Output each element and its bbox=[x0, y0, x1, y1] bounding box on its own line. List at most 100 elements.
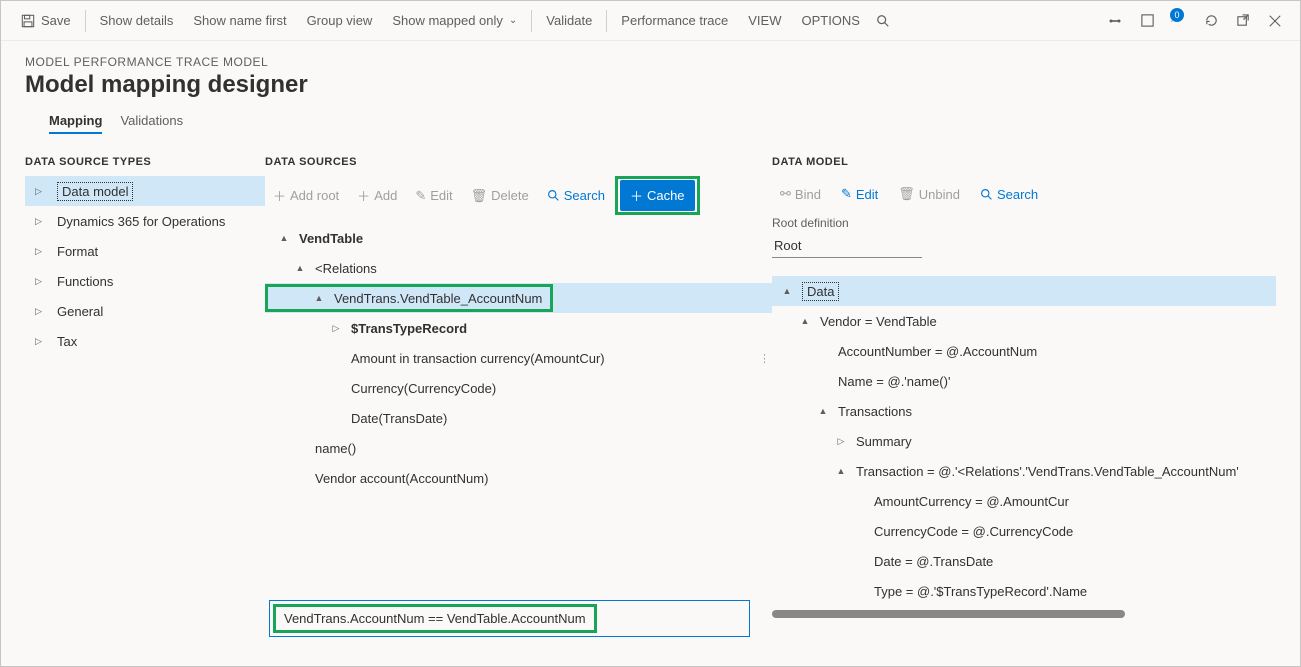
chevron-down-icon: ⌄ bbox=[509, 15, 517, 26]
caret-right-icon: ▷ bbox=[35, 246, 45, 257]
caret-right-icon: ▷ bbox=[35, 276, 45, 287]
root-def-field[interactable]: Root bbox=[772, 234, 922, 258]
dm-node-vendor[interactable]: ▲Vendor = VendTable bbox=[772, 306, 1276, 336]
add-root-button[interactable]: ＋Add root bbox=[265, 182, 347, 209]
page-tabs: Mapping Validations bbox=[25, 107, 1276, 134]
caret-right-icon: ▷ bbox=[35, 186, 45, 197]
data-model-tree: ▲Data ▲Vendor = VendTable AccountNumber … bbox=[772, 276, 1276, 606]
dm-node-transaction[interactable]: ▲Transaction = @.'<Relations'.'VendTrans… bbox=[772, 456, 1276, 486]
link-icon: ⚯ bbox=[780, 186, 791, 202]
cache-button[interactable]: ＋Cache bbox=[620, 180, 695, 211]
toolbar-search-button[interactable] bbox=[870, 3, 896, 39]
ds-node-amount[interactable]: Amount in transaction currency(AmountCur… bbox=[265, 343, 772, 373]
tab-mapping[interactable]: Mapping bbox=[49, 107, 102, 134]
ds-node-currency[interactable]: Currency(CurrencyCode) bbox=[265, 373, 772, 403]
group-view-button[interactable]: Group view bbox=[297, 3, 383, 39]
tab-validations[interactable]: Validations bbox=[120, 107, 183, 134]
search-button[interactable]: Search bbox=[972, 182, 1046, 206]
plus-icon: ＋ bbox=[273, 186, 286, 205]
dm-node-amountcurrency[interactable]: AmountCurrency = @.AmountCur bbox=[772, 486, 1276, 516]
plus-icon: ＋ bbox=[630, 186, 643, 205]
view-button[interactable]: VIEW bbox=[738, 3, 791, 39]
ds-node-vendtable[interactable]: ▲VendTable bbox=[265, 223, 772, 253]
type-item-functions[interactable]: ▷Functions bbox=[25, 266, 265, 296]
unbind-button[interactable]: 🗑Unbind bbox=[890, 182, 968, 206]
type-item-format[interactable]: ▷Format bbox=[25, 236, 265, 266]
section-title: DATA SOURCE TYPES bbox=[25, 156, 265, 168]
caret-down-icon: ▲ bbox=[279, 233, 289, 243]
ds-node-vendor-account[interactable]: Vendor account(AccountNum) bbox=[265, 463, 772, 493]
data-sources-panel: DATA SOURCES ＋Add root ＋Add ✎Edit 🗑Delet… bbox=[265, 156, 772, 647]
dm-node-transactions[interactable]: ▲Transactions bbox=[772, 396, 1276, 426]
ds-node-relations[interactable]: ▲<Relations bbox=[265, 253, 772, 283]
toolbar-separator bbox=[606, 10, 607, 32]
type-item-tax[interactable]: ▷Tax bbox=[25, 326, 265, 356]
toolbar-separator bbox=[85, 10, 86, 32]
close-button[interactable] bbox=[1266, 12, 1284, 30]
dm-node-data[interactable]: ▲Data bbox=[772, 276, 1276, 306]
search-icon bbox=[980, 188, 993, 201]
ds-node-name[interactable]: name() bbox=[265, 433, 772, 463]
office-button[interactable] bbox=[1138, 12, 1156, 30]
dm-node-summary[interactable]: ▷Summary bbox=[772, 426, 1276, 456]
edit-button[interactable]: ✎Edit bbox=[407, 184, 460, 208]
save-label: Save bbox=[41, 13, 71, 28]
caret-right-icon: ▷ bbox=[331, 323, 341, 334]
expression-field[interactable]: VendTrans.AccountNum == VendTable.Accoun… bbox=[269, 600, 750, 637]
validate-button[interactable]: Validate bbox=[536, 3, 602, 39]
toolbar-separator bbox=[531, 10, 532, 32]
pencil-icon: ✎ bbox=[841, 186, 852, 202]
type-item-general[interactable]: ▷General bbox=[25, 296, 265, 326]
edit-button[interactable]: ✎Edit bbox=[833, 182, 886, 206]
data-sources-tree: ▲VendTable ▲<Relations ▲VendTrans.VendTa… bbox=[265, 223, 772, 493]
caret-right-icon: ▷ bbox=[836, 436, 846, 447]
dm-node-type[interactable]: Type = @.'$TransTypeRecord'.Name bbox=[772, 576, 1276, 606]
data-model-panel: DATA MODEL ⚯Bind ✎Edit 🗑Unbind Search Ro… bbox=[772, 156, 1276, 647]
caret-down-icon: ▲ bbox=[836, 466, 846, 476]
data-model-actions: ⚯Bind ✎Edit 🗑Unbind Search bbox=[772, 182, 1276, 206]
save-button[interactable]: Save bbox=[11, 3, 81, 39]
options-button[interactable]: OPTIONS bbox=[791, 3, 870, 39]
save-icon bbox=[21, 14, 35, 28]
dm-node-name[interactable]: Name = @.'name()' bbox=[772, 366, 1276, 396]
root-def-label: Root definition bbox=[772, 216, 1276, 230]
caret-down-icon: ▲ bbox=[818, 406, 828, 416]
search-button[interactable]: Search bbox=[539, 184, 613, 207]
dm-node-currencycode[interactable]: CurrencyCode = @.CurrencyCode bbox=[772, 516, 1276, 546]
caret-down-icon: ▲ bbox=[314, 293, 324, 303]
cache-highlight: ＋Cache bbox=[615, 176, 700, 215]
caret-right-icon: ▷ bbox=[35, 306, 45, 317]
type-item-data-model[interactable]: ▷Data model bbox=[25, 176, 265, 206]
trash-icon: 🗑 bbox=[471, 188, 488, 204]
attachments-button[interactable]: 0 bbox=[1170, 12, 1188, 30]
delete-button[interactable]: 🗑Delete bbox=[463, 184, 537, 208]
ds-node-transtype[interactable]: ▷$TransTypeRecord bbox=[265, 313, 772, 343]
ds-node-date[interactable]: Date(TransDate) bbox=[265, 403, 772, 433]
dm-node-date[interactable]: Date = @.TransDate bbox=[772, 546, 1276, 576]
add-button[interactable]: ＋Add bbox=[349, 182, 405, 209]
show-name-first-button[interactable]: Show name first bbox=[183, 3, 296, 39]
ds-node-vendtrans-accountnum[interactable]: ▲VendTrans.VendTable_AccountNum bbox=[265, 283, 772, 313]
expression-highlight: VendTrans.AccountNum == VendTable.Accoun… bbox=[273, 604, 597, 633]
section-title: DATA MODEL bbox=[772, 156, 1276, 168]
bind-button[interactable]: ⚯Bind bbox=[772, 182, 829, 206]
expression-text: VendTrans.AccountNum == VendTable.Accoun… bbox=[284, 611, 586, 626]
data-sources-actions: ＋Add root ＋Add ✎Edit 🗑Delete Search ＋Cac… bbox=[265, 176, 772, 215]
horizontal-scrollbar[interactable] bbox=[772, 610, 1125, 618]
search-icon bbox=[547, 189, 560, 202]
plus-icon: ＋ bbox=[357, 186, 370, 205]
caret-right-icon: ▷ bbox=[35, 336, 45, 347]
attachments-count-badge: 0 bbox=[1170, 8, 1184, 22]
dm-node-accountnumber[interactable]: AccountNumber = @.AccountNum bbox=[772, 336, 1276, 366]
type-item-dynamics365[interactable]: ▷Dynamics 365 for Operations bbox=[25, 206, 265, 236]
refresh-button[interactable] bbox=[1202, 12, 1220, 30]
popout-button[interactable] bbox=[1234, 12, 1252, 30]
caret-right-icon: ▷ bbox=[35, 216, 45, 227]
show-details-button[interactable]: Show details bbox=[90, 3, 184, 39]
performance-trace-button[interactable]: Performance trace bbox=[611, 3, 738, 39]
connect-button[interactable] bbox=[1106, 12, 1124, 30]
show-mapped-only-dropdown[interactable]: Show mapped only ⌄ bbox=[382, 3, 527, 39]
caret-down-icon: ▲ bbox=[800, 316, 810, 326]
splitter-handle[interactable]: ⋮ bbox=[759, 352, 770, 365]
trash-icon: 🗑 bbox=[898, 186, 915, 202]
